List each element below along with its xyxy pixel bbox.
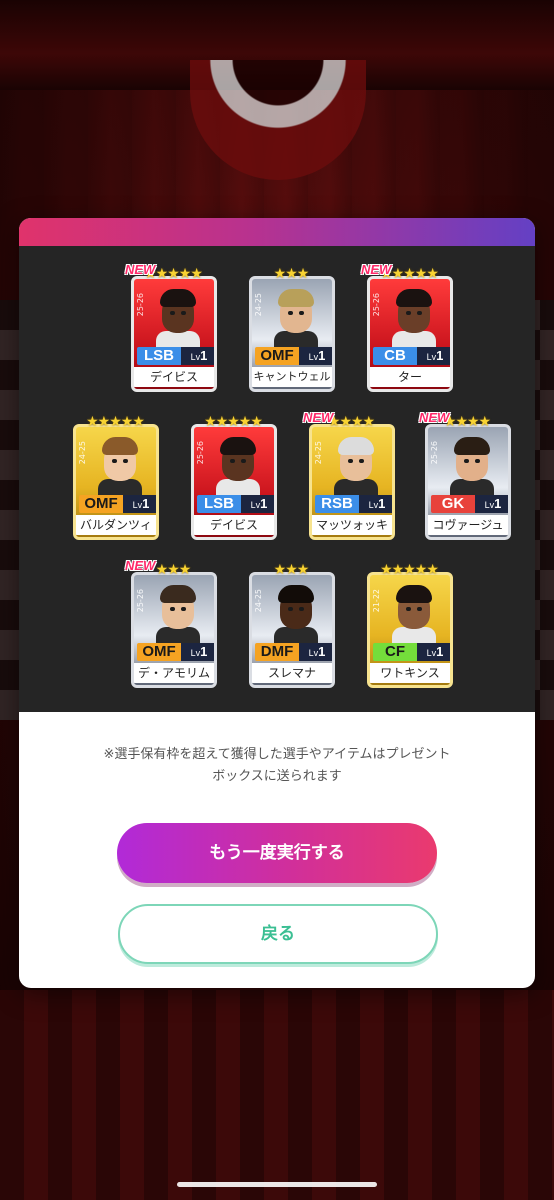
card-season: 25-26 xyxy=(136,589,145,613)
modal-header-bar xyxy=(19,218,535,246)
player-avatar xyxy=(156,289,200,347)
player-avatar xyxy=(156,585,200,643)
card-season: 24-25 xyxy=(254,589,263,613)
card-season: 25-26 xyxy=(136,293,145,317)
player-name: キャントウェル xyxy=(252,367,332,387)
level-label: Lv1 xyxy=(359,495,392,513)
position-level-bar: CB Lv1 xyxy=(373,347,450,365)
player-name: スレマナ xyxy=(252,663,332,683)
position-level-bar: LSB Lv1 xyxy=(137,347,214,365)
position-badge: CF xyxy=(373,643,417,661)
player-card[interactable]: 24-25 OMF Lv1 バルダンツィ ★★★★★ xyxy=(67,414,163,546)
rarity-stars: ★★★★★ xyxy=(204,414,263,430)
back-button[interactable]: 戻る xyxy=(118,904,438,964)
position-badge: DMF xyxy=(255,643,299,661)
card-season: 25-26 xyxy=(372,293,381,317)
card-face: 25-26 GK Lv1 コヴァージュ xyxy=(425,424,511,540)
new-badge: NEW xyxy=(303,410,334,425)
card-face: 24-25 RSB Lv1 マッツォッキ xyxy=(309,424,395,540)
level-label: Lv1 xyxy=(299,347,332,365)
position-level-bar: OMF Lv1 xyxy=(137,643,214,661)
theater-floor xyxy=(0,990,554,1200)
position-badge: OMF xyxy=(137,643,181,661)
player-avatar xyxy=(392,289,436,347)
card-face: 24-25 OMF Lv1 キャントウェル xyxy=(249,276,335,392)
position-level-bar: OMF Lv1 xyxy=(79,495,156,513)
player-card[interactable]: 24-25 DMF Lv1 スレマナ ★★★ xyxy=(243,562,339,694)
position-level-bar: RSB Lv1 xyxy=(315,495,392,513)
position-level-bar: GK Lv1 xyxy=(431,495,508,513)
retry-button[interactable]: もう一度実行する xyxy=(117,823,437,883)
player-card[interactable]: 21-22 CF Lv1 ワトキンス ★★★★★ xyxy=(361,562,457,694)
player-card[interactable]: 25-26 GK Lv1 コヴァージュ ★★★★ NEW xyxy=(419,410,515,546)
card-season: 24-25 xyxy=(254,293,263,317)
level-label: Lv1 xyxy=(299,643,332,661)
card-face: 25-26 CB Lv1 ター xyxy=(367,276,453,392)
card-season: 21-22 xyxy=(372,589,381,613)
player-card[interactable]: 25-26 CB Lv1 ター ★★★★★ NEW xyxy=(361,262,457,398)
card-face: 25-26 OMF Lv1 デ・アモリム xyxy=(131,572,217,688)
player-name: デイビス xyxy=(134,367,214,387)
new-badge: NEW xyxy=(419,410,450,425)
level-label: Lv1 xyxy=(475,495,508,513)
position-level-bar: LSB Lv1 xyxy=(197,495,274,513)
level-label: Lv1 xyxy=(123,495,156,513)
position-badge: LSB xyxy=(137,347,181,365)
player-avatar xyxy=(274,289,318,347)
player-avatar xyxy=(274,585,318,643)
position-badge: CB xyxy=(373,347,417,365)
player-name: コヴァージュ xyxy=(428,515,508,535)
card-season: 24-25 xyxy=(314,441,323,465)
position-badge: OMF xyxy=(255,347,299,365)
player-name: ワトキンス xyxy=(370,663,450,683)
position-level-bar: CF Lv1 xyxy=(373,643,450,661)
player-card[interactable]: 24-25 RSB Lv1 マッツォッキ ★★★★ NEW xyxy=(303,410,399,546)
rarity-stars: ★★★ xyxy=(273,266,310,282)
present-box-notice: ※選手保有枠を超えて獲得した選手やアイテムはプレゼントボックスに送られます xyxy=(103,747,451,784)
player-name: ター xyxy=(370,367,450,387)
new-badge: NEW xyxy=(125,558,156,573)
position-badge: RSB xyxy=(315,495,359,513)
card-face: 24-25 DMF Lv1 スレマナ xyxy=(249,572,335,688)
card-face: 21-22 CF Lv1 ワトキンス xyxy=(367,572,453,688)
position-badge: OMF xyxy=(79,495,123,513)
position-badge: GK xyxy=(431,495,475,513)
position-badge: LSB xyxy=(197,495,241,513)
player-card[interactable]: 25-26 LSB Lv1 デイビス ★★★★★ xyxy=(185,414,281,546)
card-face: 25-26 LSB Lv1 デイビス xyxy=(191,424,277,540)
player-card[interactable]: 25-26 OMF Lv1 デ・アモリム ★★★ NEW xyxy=(125,558,221,694)
level-label: Lv1 xyxy=(241,495,274,513)
rarity-stars: ★★★★★ xyxy=(86,414,145,430)
player-avatar xyxy=(450,437,494,495)
level-label: Lv1 xyxy=(181,347,214,365)
rarity-stars: ★★★ xyxy=(273,562,310,578)
player-name: デ・アモリム xyxy=(134,663,214,683)
player-card[interactable]: 25-26 LSB Lv1 デイビス ★★★★★ NEW xyxy=(125,262,221,398)
player-name: デイビス xyxy=(194,515,274,535)
player-name: マッツォッキ xyxy=(312,515,392,535)
card-season: 24-25 xyxy=(78,441,87,465)
position-level-bar: OMF Lv1 xyxy=(255,347,332,365)
player-avatar xyxy=(98,437,142,495)
level-label: Lv1 xyxy=(417,347,450,365)
acquired-players-grid: 25-26 LSB Lv1 デイビス ★★★★★ NEW 24-25 OMF L… xyxy=(19,246,535,712)
position-level-bar: DMF Lv1 xyxy=(255,643,332,661)
card-season: 25-26 xyxy=(430,441,439,465)
player-name: バルダンツィ xyxy=(76,515,156,535)
player-avatar xyxy=(216,437,260,495)
card-face: 24-25 OMF Lv1 バルダンツィ xyxy=(73,424,159,540)
gacha-result-modal: 25-26 LSB Lv1 デイビス ★★★★★ NEW 24-25 OMF L… xyxy=(19,218,535,988)
rarity-stars: ★★★★★ xyxy=(380,562,439,578)
home-indicator[interactable] xyxy=(177,1182,377,1187)
card-face: 25-26 LSB Lv1 デイビス xyxy=(131,276,217,392)
player-avatar xyxy=(392,585,436,643)
new-badge: NEW xyxy=(125,262,156,277)
player-avatar xyxy=(334,437,378,495)
new-badge: NEW xyxy=(361,262,392,277)
level-label: Lv1 xyxy=(181,643,214,661)
card-season: 25-26 xyxy=(196,441,205,465)
level-label: Lv1 xyxy=(417,643,450,661)
player-card[interactable]: 24-25 OMF Lv1 キャントウェル ★★★ xyxy=(243,266,339,398)
